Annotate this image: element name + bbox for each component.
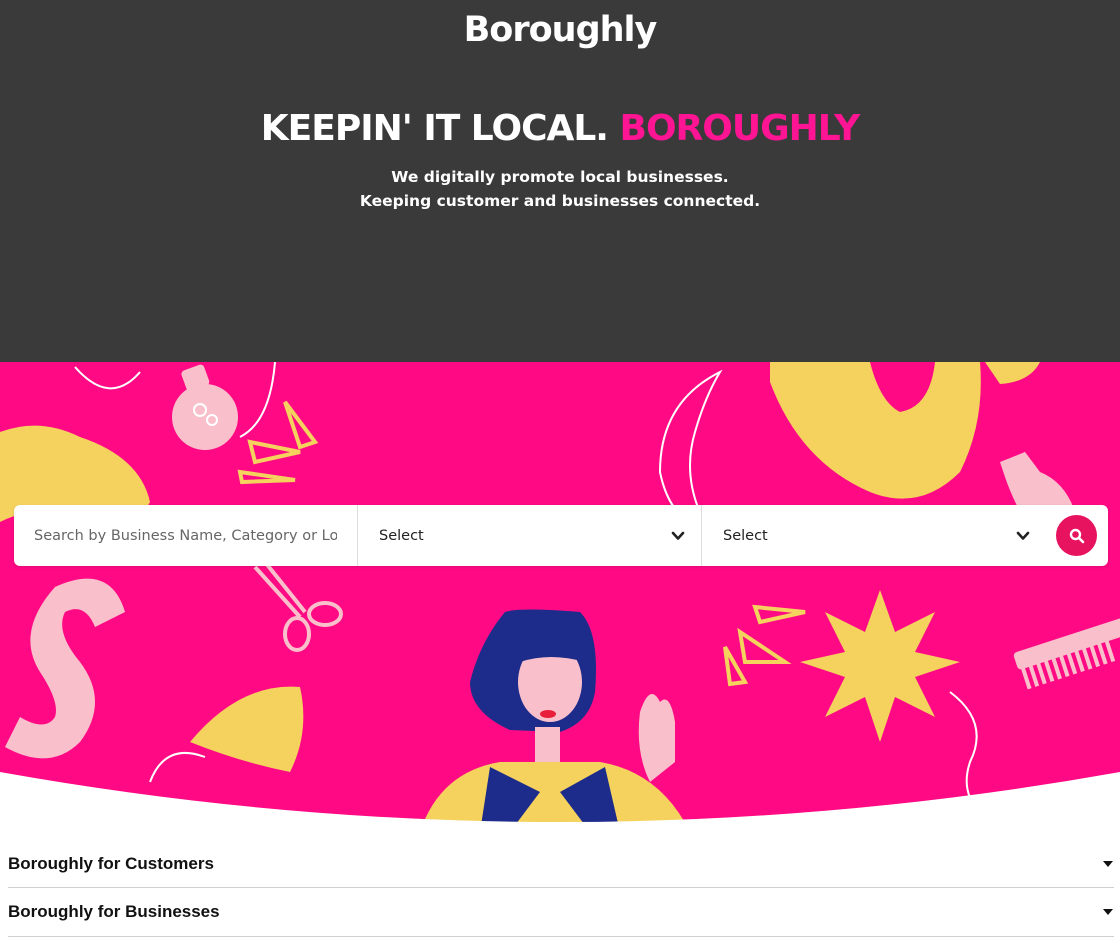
location-select[interactable]: Select: [702, 505, 1046, 566]
illustration-band: [0, 362, 1120, 832]
headline-main: KEEPIN' IT LOCAL.: [260, 108, 609, 149]
location-select-value: Select: [723, 527, 768, 544]
subline-line-2: Keeping customer and businesses connecte…: [359, 192, 761, 210]
site-logo[interactable]: Boroughly: [0, 10, 1120, 50]
category-select[interactable]: Select: [358, 505, 702, 566]
caret-down-icon: [1103, 860, 1113, 867]
hero-subline: We digitally promote local businesses. K…: [0, 165, 1120, 213]
search-icon: [1069, 528, 1084, 543]
chevron-down-icon: [671, 531, 685, 540]
caret-down-icon: [1103, 909, 1113, 915]
chevron-down-icon: [1016, 531, 1030, 540]
info-accordion: Boroughly for Customers Boroughly for Bu…: [8, 840, 1114, 937]
category-select-value: Select: [379, 527, 424, 544]
search-bar: Select Select: [14, 505, 1108, 566]
headline-accent: BOROUGHLY: [619, 108, 861, 149]
search-button[interactable]: [1056, 515, 1097, 556]
hero-illustration: [0, 362, 1120, 832]
accordion-title: Boroughly for Businesses: [8, 902, 220, 921]
subline-line-1: We digitally promote local businesses.: [391, 168, 729, 186]
accordion-item-businesses[interactable]: Boroughly for Businesses: [8, 888, 1114, 937]
accordion-item-customers[interactable]: Boroughly for Customers: [8, 840, 1114, 888]
search-input[interactable]: [14, 505, 358, 566]
hero-headline: KEEPIN' IT LOCAL. BOROUGHLY: [0, 108, 1120, 149]
hero-header: Boroughly KEEPIN' IT LOCAL. BOROUGHLY We…: [0, 0, 1120, 362]
accordion-title: Boroughly for Customers: [8, 853, 214, 873]
